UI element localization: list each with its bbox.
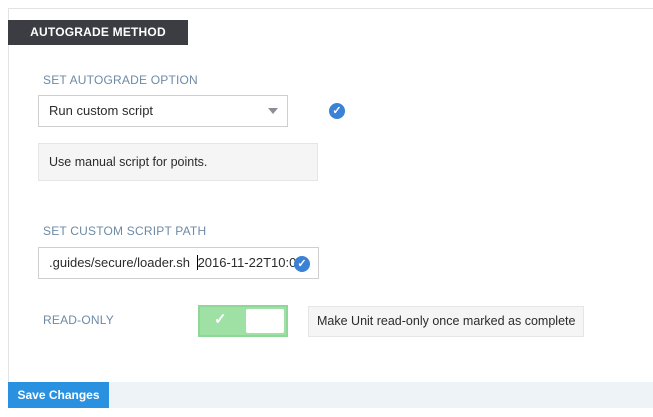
read-only-toggle[interactable]: ✓: [198, 305, 288, 337]
toggle-knob[interactable]: [246, 309, 284, 333]
settings-panel: [8, 8, 653, 408]
script-path-value: .guides/secure/loader.sh: [49, 255, 190, 270]
autograde-option-hint: Use manual script for points.: [38, 143, 318, 181]
autograde-option-select[interactable]: Run custom script: [38, 95, 288, 127]
read-only-hint: Make Unit read-only once marked as compl…: [308, 306, 584, 337]
script-path-timestamp: 2016-11-22T10:00:: [197, 255, 308, 270]
checkmark-icon: ✓: [214, 311, 227, 328]
save-changes-button[interactable]: Save Changes: [8, 382, 109, 408]
section-title: AUTOGRADE METHOD: [8, 20, 188, 45]
check-circle-icon: ✓: [329, 103, 345, 119]
script-path-input[interactable]: .guides/secure/loader.sh 2016-11-22T10:0…: [38, 247, 319, 279]
check-circle-icon: ✓: [294, 256, 310, 272]
read-only-label: READ-ONLY: [43, 313, 114, 327]
autograde-option-value: Run custom script: [49, 103, 154, 118]
autograde-option-label: SET AUTOGRADE OPTION: [43, 73, 198, 87]
chevron-down-icon: [268, 108, 278, 114]
script-path-label: SET CUSTOM SCRIPT PATH: [43, 224, 207, 238]
